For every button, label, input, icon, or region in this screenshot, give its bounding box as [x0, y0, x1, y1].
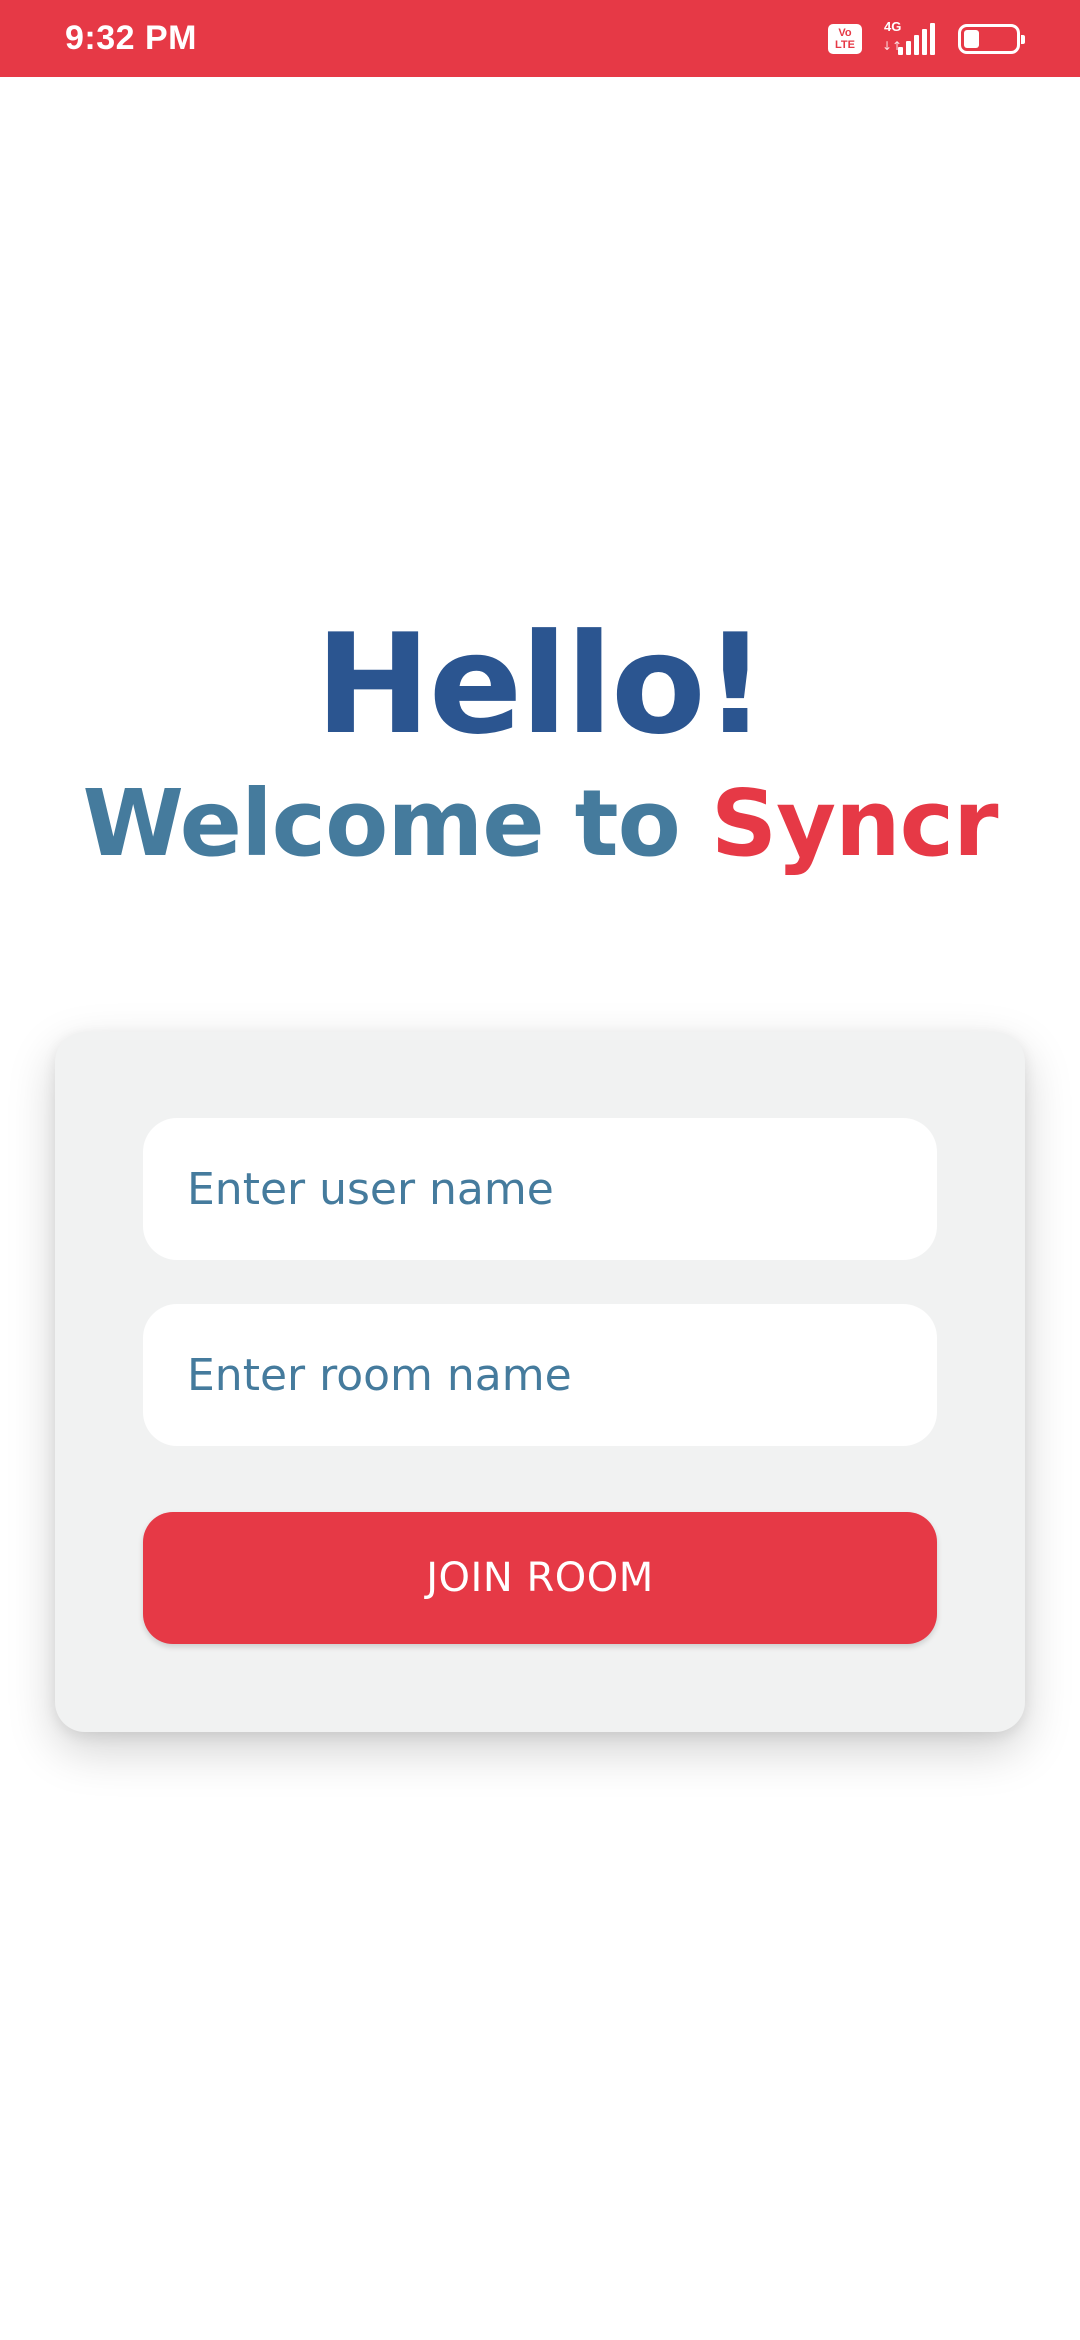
- welcome-heading: Welcome to Syncr: [0, 764, 1080, 884]
- join-room-button[interactable]: JOIN ROOM: [143, 1512, 937, 1644]
- welcome-text: Welcome to: [82, 770, 711, 877]
- signal-bars-icon: [898, 22, 935, 55]
- greeting-title: Hello!: [315, 604, 766, 765]
- battery-icon: [958, 23, 1025, 54]
- status-icons: Vo LTE 4G ↓↑: [828, 0, 1025, 77]
- volte-label-bottom: LTE: [835, 38, 855, 51]
- room-name-input[interactable]: Enter room name: [143, 1304, 937, 1446]
- volte-label-top: Vo: [838, 26, 852, 39]
- join-room-card: Enter user name Enter room name JOIN ROO…: [55, 1032, 1025, 1732]
- status-bar: 9:32 PM Vo LTE 4G ↓↑: [0, 0, 1080, 77]
- user-name-input[interactable]: Enter user name: [143, 1118, 937, 1260]
- volte-icon: Vo LTE: [828, 23, 862, 54]
- brand-name: Syncr: [710, 770, 999, 877]
- battery-level-fill: [964, 29, 979, 48]
- status-time: 9:32 PM: [65, 19, 197, 57]
- signal-icon: 4G ↓↑: [880, 19, 940, 57]
